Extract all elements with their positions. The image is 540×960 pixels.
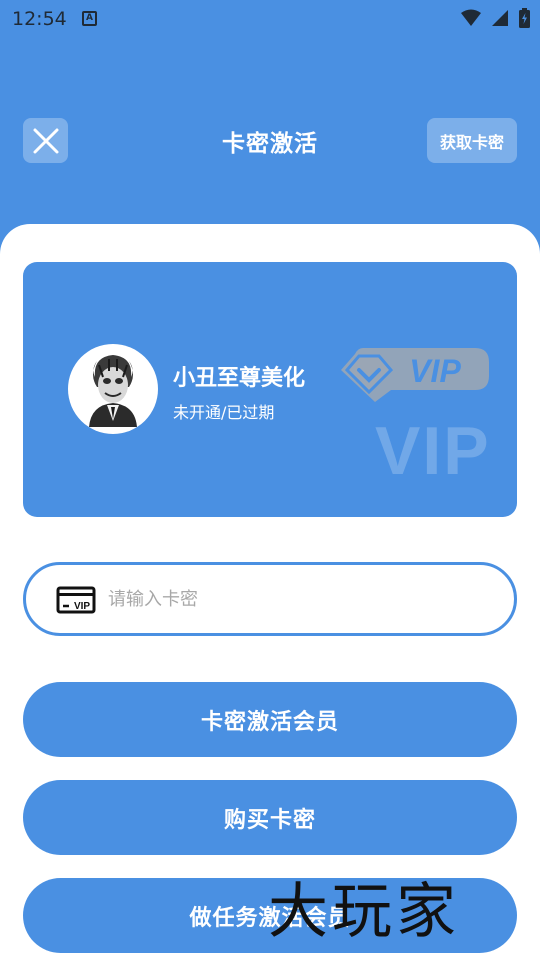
status-time: 12:54 [12,8,67,30]
card-icon: VIP [56,586,96,614]
vip-badge-text: VIP [409,353,461,389]
site-watermark: 大玩家 [268,877,460,947]
card-icon-label: VIP [74,601,90,612]
signal-icon [492,10,508,26]
vip-status-card: 小丑至尊美化 未开通/已过期 VIP VIP [23,262,517,517]
card-key-input[interactable] [108,577,488,621]
joker-avatar-icon [71,347,155,431]
vip-membership-status: 未开通/已过期 [173,403,275,422]
status-bar: 12:54 A [0,0,540,38]
app-notification-icon: A [82,11,97,26]
get-card-button[interactable]: 获取卡密 [427,118,517,163]
buy-card-button[interactable]: 购买卡密 [23,780,517,855]
system-icons [461,8,530,28]
vip-plan-name: 小丑至尊美化 [173,366,306,391]
battery-icon [519,8,530,28]
avatar [68,344,158,434]
vip-watermark-text: VIP [375,413,491,489]
vip-badge-icon: VIP [341,348,489,402]
activate-membership-button[interactable]: 卡密激活会员 [23,682,517,757]
card-key-field[interactable]: VIP [23,562,517,636]
wifi-icon [461,9,481,26]
card-activation-screen: 12:54 A 卡密激活 获取卡密 小丑至尊美化 未开通/已过期 VIP VIP… [0,0,540,960]
